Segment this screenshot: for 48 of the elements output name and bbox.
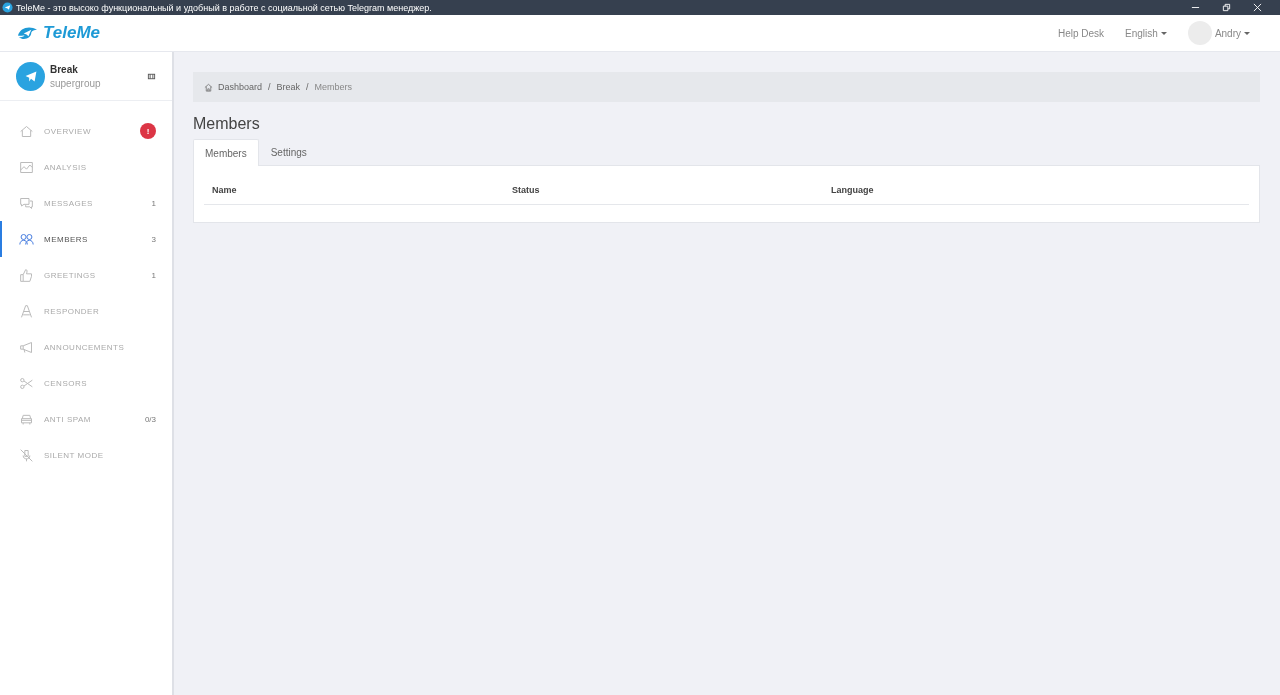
breadcrumb-separator: / bbox=[268, 82, 271, 92]
column-header: Language bbox=[831, 185, 875, 195]
group-name: Break bbox=[50, 63, 79, 75]
chat-bubbles-icon bbox=[19, 195, 34, 211]
language-dropdown[interactable]: English bbox=[1125, 27, 1167, 39]
sidebar-item[interactable]: RESPONDER bbox=[0, 293, 172, 329]
item-count: 3 bbox=[151, 234, 156, 244]
group-type: supergroup bbox=[50, 77, 101, 89]
item-count: 1 bbox=[151, 270, 156, 280]
thumbs-up-icon bbox=[19, 267, 34, 283]
chart-icon bbox=[19, 159, 34, 175]
sidebar-item[interactable]: OVERVIEW ! bbox=[0, 113, 172, 149]
sidebar-item[interactable]: CENSORS bbox=[0, 365, 172, 401]
tab[interactable]: Members bbox=[193, 139, 259, 166]
window-title: TeleMe - это высоко функциональный и удобный в работе с социальной сетью Telegram менеджер. bbox=[16, 2, 432, 13]
sidebar-item[interactable]: ANTI SPAM 0/3 bbox=[0, 401, 172, 437]
scissors-icon bbox=[19, 375, 34, 391]
switch-icon[interactable] bbox=[147, 71, 156, 81]
tab[interactable]: Settings bbox=[258, 139, 319, 165]
alert-badge: ! bbox=[140, 123, 156, 139]
restore-icon[interactable] bbox=[1222, 3, 1231, 12]
people-icon bbox=[19, 231, 34, 247]
sidebar-item[interactable]: MESSAGES 1 bbox=[0, 185, 172, 221]
item-count: 1 bbox=[151, 198, 156, 208]
house-icon bbox=[19, 123, 34, 139]
breadcrumb-item: Members bbox=[314, 82, 353, 92]
help-link[interactable]: Help Desk bbox=[1057, 27, 1105, 39]
muted-microphone-icon bbox=[19, 447, 34, 463]
road-icon bbox=[19, 303, 34, 319]
sidebar-item[interactable]: MEMBERS 3 bbox=[0, 221, 172, 257]
app-logo[interactable]: TeleMe bbox=[43, 23, 100, 43]
megaphone-icon bbox=[19, 339, 34, 355]
sidebar-item[interactable]: ANNOUNCEMENTS bbox=[0, 329, 172, 365]
item-count: 0/3 bbox=[144, 414, 156, 424]
user-menu[interactable]: Andry bbox=[1214, 27, 1250, 39]
sidebar-item[interactable]: GREETINGS 1 bbox=[0, 257, 172, 293]
page-title: Members bbox=[193, 115, 261, 133]
close-icon[interactable] bbox=[1253, 3, 1262, 12]
breadcrumb-item[interactable]: Break bbox=[276, 82, 301, 92]
app-icon bbox=[2, 2, 13, 13]
column-header: Status bbox=[512, 185, 541, 195]
group-avatar bbox=[16, 61, 45, 91]
column-header: Name bbox=[212, 185, 238, 195]
sidebar-item[interactable]: ANALYSIS bbox=[0, 149, 172, 185]
house-icon bbox=[204, 82, 213, 92]
sidebar-item[interactable]: SILENT MODE bbox=[0, 437, 172, 473]
breadcrumb-item[interactable]: Dashboard bbox=[218, 82, 263, 92]
breadcrumb-separator: / bbox=[306, 82, 309, 92]
